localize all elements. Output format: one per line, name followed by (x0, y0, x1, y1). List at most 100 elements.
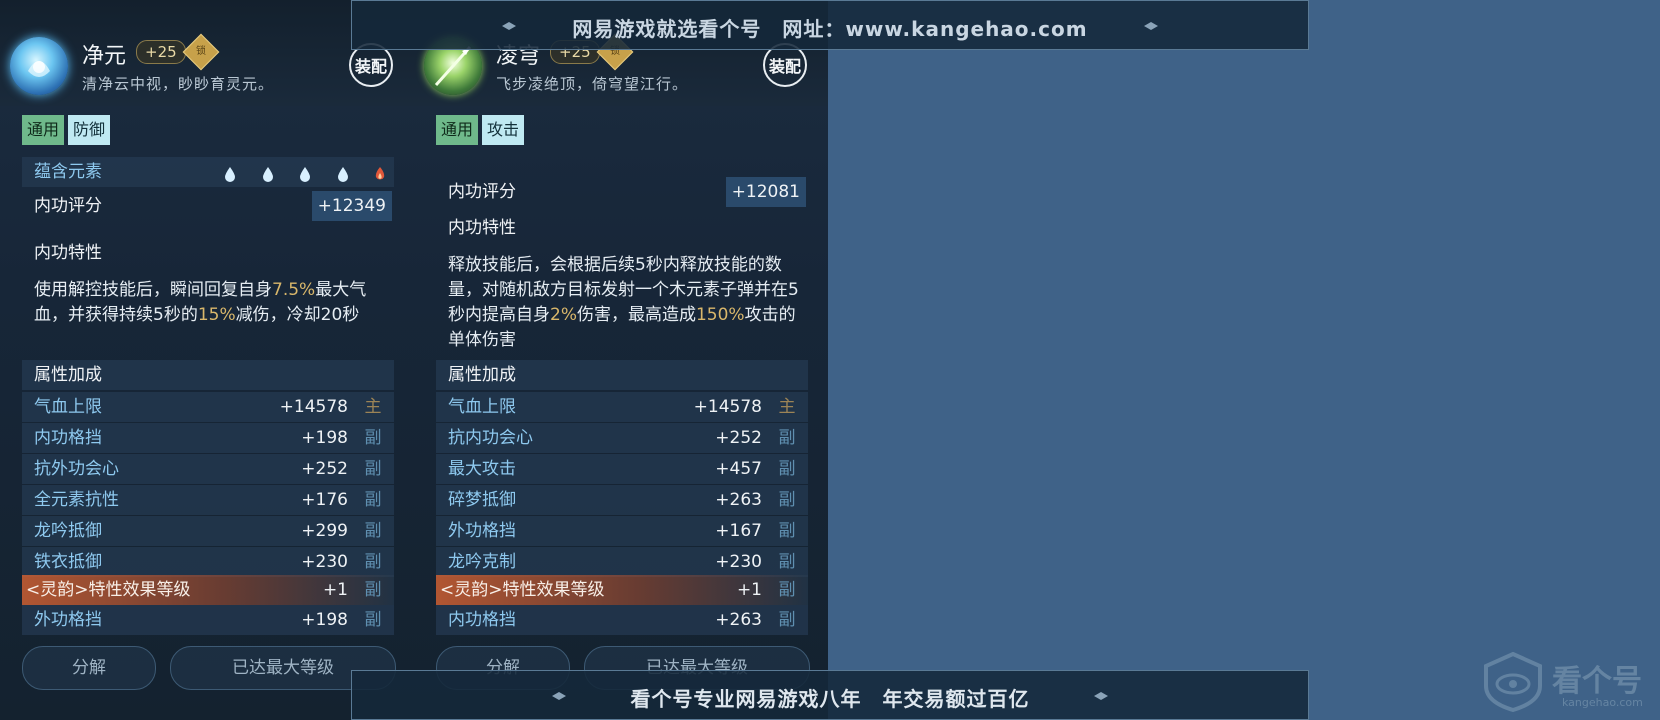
attr-sub-badge: 副 (364, 521, 382, 541)
attr-label: 属性加成 (34, 365, 102, 385)
element-icons (204, 162, 386, 182)
desc-highlight: 150% (695, 305, 745, 325)
trait-row: 内功特性 (22, 238, 394, 268)
attr-row: 抗内功会心 +252 副 (436, 423, 808, 453)
element-label: 蕴含元素 (34, 162, 102, 182)
attr-sub-badge: 副 (778, 428, 796, 448)
gear-motto: 飞步凌绝顶，倚穹望江行。 (496, 75, 689, 93)
attr-header-row: 属性加成 (436, 360, 808, 390)
attr-name: 碎梦抵御 (448, 490, 516, 510)
desc-text: 伤害，最高造成 (576, 305, 696, 325)
attr-value: +457 (715, 459, 762, 479)
attr-name: 抗外功会心 (34, 459, 119, 479)
water-spirit-icon (10, 37, 68, 95)
attr-sub-badge: 副 (778, 521, 796, 541)
water-drop-icon (262, 167, 273, 182)
attr-value: +230 (715, 552, 762, 572)
lingyun-value: +1 (736, 580, 762, 600)
site-logo: 看个号 kangehao.com (1480, 652, 1655, 718)
attr-sub-badge: 副 (364, 580, 382, 600)
attr-value: +14578 (279, 397, 348, 417)
logo-subtext: kangehao.com (1562, 696, 1643, 709)
attr-name: 气血上限 (448, 397, 516, 417)
attr-sub-badge: 副 (364, 459, 382, 479)
eye-shield-icon (1484, 652, 1542, 712)
attr-value: +198 (301, 428, 348, 448)
attr-main-badge: 主 (778, 397, 796, 417)
attr-value: +198 (301, 610, 348, 630)
attr-value: +299 (301, 521, 348, 541)
attr-name: 最大攻击 (448, 459, 516, 479)
score-value: +12349 (311, 191, 392, 221)
enhance-level-badge: +25 (136, 40, 186, 64)
fire-icon (375, 167, 385, 180)
attr-row: 全元素抗性 +176 副 (22, 485, 394, 515)
tag-group: 通用 防御 (22, 115, 114, 145)
decompose-button[interactable]: 分解 (22, 646, 156, 690)
lock-icon[interactable]: 锁 (182, 33, 220, 71)
desc-text: 减伤，冷却20秒 (235, 305, 360, 325)
water-drop-icon (225, 167, 236, 182)
lingyun-row: <灵韵>特性效果等级 +1 副 (436, 575, 808, 605)
logo-text: 看个号 (1552, 664, 1642, 699)
gear-card-left: 净元 +25 锁 清净云中视，眇眇育灵元。 装配 通用 防御 蕴含元素 内功评分 … (0, 0, 414, 720)
attr-row: 气血上限 +14578 主 (22, 392, 394, 422)
element-row: 蕴含元素 (22, 157, 394, 187)
attr-header-row: 属性加成 (22, 360, 394, 390)
tag-type: 防御 (68, 115, 111, 145)
watermark-top-text: 网易游戏就选看个号 网址：www.kangehao.com (572, 17, 1088, 41)
attr-row: 外功格挡 +167 副 (436, 516, 808, 546)
attr-value: +252 (301, 459, 348, 479)
water-drop-icon (300, 167, 311, 182)
tag-type: 攻击 (482, 115, 525, 145)
attr-value: +263 (715, 610, 762, 630)
attr-name: 龙吟抵御 (34, 521, 102, 541)
attr-sub-badge: 副 (778, 610, 796, 630)
lock-label: 锁 (196, 46, 206, 57)
score-row: 内功评分 +12081 (436, 177, 808, 207)
attr-row: 最大攻击 +457 副 (436, 454, 808, 484)
attr-value: +167 (715, 521, 762, 541)
attr-name: 抗内功会心 (448, 428, 533, 448)
attr-row: 龙吟克制 +230 副 (436, 547, 808, 577)
attr-sub-badge: 副 (778, 580, 796, 600)
tag-common: 通用 (436, 115, 479, 145)
lingyun-row: <灵韵>特性效果等级 +1 副 (22, 575, 394, 605)
attr-value: +176 (301, 490, 348, 510)
attr-row: 龙吟抵御 +299 副 (22, 516, 394, 546)
attr-row: 内功格挡 +263 副 (436, 605, 808, 635)
desc-highlight: 15% (197, 305, 236, 325)
gear-card-right: 凌穹 +25 锁 飞步凌绝顶，倚穹望江行。 装配 通用 攻击 内功评分 +1208… (414, 0, 828, 720)
tag-group: 通用 攻击 (436, 115, 528, 145)
gear-name: 净元 (82, 44, 127, 69)
attr-name: 气血上限 (34, 397, 102, 417)
attr-value: +263 (715, 490, 762, 510)
trait-description: 释放技能后，会根据后续5秒内释放技能的数量，对随机敌方目标发射一个木元素子弹并在… (448, 253, 808, 353)
watermark-bottom-text: 看个号专业网易游戏八年 年交易额过百亿 (630, 687, 1030, 711)
trait-row: 内功特性 (436, 213, 808, 243)
attr-name: 内功格挡 (448, 610, 516, 630)
attr-sub-badge: 副 (778, 552, 796, 572)
attr-sub-badge: 副 (778, 459, 796, 479)
attr-label: 属性加成 (448, 365, 516, 385)
water-drop-icon (337, 167, 348, 182)
trait-description: 使用解控技能后，瞬间回复自身7.5%最大气血，并获得持续5秒的15%减伤，冷却2… (34, 278, 394, 328)
attr-value: +252 (715, 428, 762, 448)
attr-name: 全元素抗性 (34, 490, 119, 510)
lingyun-value: +1 (322, 580, 348, 600)
score-label: 内功评分 (34, 196, 102, 216)
score-row: 内功评分 +12349 (22, 191, 394, 221)
attr-sub-badge: 副 (364, 552, 382, 572)
attr-row: 抗外功会心 +252 副 (22, 454, 394, 484)
attr-sub-badge: 副 (364, 428, 382, 448)
attr-name: 内功格挡 (34, 428, 102, 448)
gear-motto: 清净云中视，眇眇育灵元。 (82, 75, 275, 93)
lingyun-label: <灵韵>特性效果等级 (440, 580, 605, 600)
attr-name: 外功格挡 (448, 521, 516, 541)
desc-highlight: 7.5% (272, 280, 316, 300)
lingyun-label: <灵韵>特性效果等级 (26, 580, 191, 600)
attr-sub-badge: 副 (778, 490, 796, 510)
score-label: 内功评分 (448, 182, 516, 202)
attr-name: 铁衣抵御 (34, 552, 102, 572)
attr-row: 碎梦抵御 +263 副 (436, 485, 808, 515)
